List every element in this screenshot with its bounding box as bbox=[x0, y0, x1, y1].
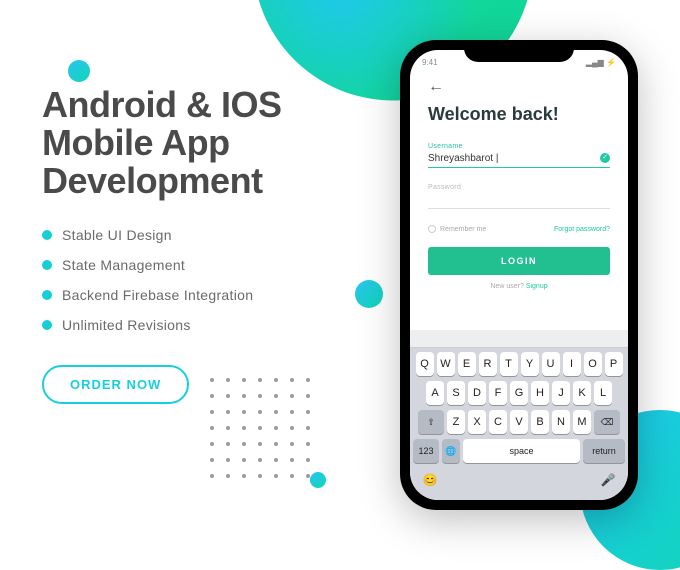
forgot-password-link[interactable]: Forgot password? bbox=[554, 226, 610, 233]
status-time: 9:41 bbox=[422, 58, 438, 67]
bullet-icon bbox=[42, 260, 52, 270]
key-y[interactable]: Y bbox=[521, 352, 539, 376]
login-button[interactable]: LOGIN bbox=[428, 247, 610, 275]
username-label: Username bbox=[428, 143, 610, 150]
remember-me[interactable]: Remember me bbox=[428, 225, 486, 233]
newuser-label: New user? bbox=[490, 283, 523, 290]
feature-label: Backend Firebase Integration bbox=[62, 287, 253, 303]
key-j[interactable]: J bbox=[552, 381, 570, 405]
keyboard-row-utility: 123 🌐 space return bbox=[413, 439, 625, 463]
left-panel: Android & IOS Mobile App Development Sta… bbox=[42, 86, 362, 404]
remember-row: Remember me Forgot password? bbox=[428, 225, 610, 233]
key-n[interactable]: N bbox=[552, 410, 570, 434]
bullet-icon bbox=[42, 290, 52, 300]
phone-screen: 9:41 ▂▄▆ ⚡ ← Welcome back! Username Shre… bbox=[410, 50, 628, 500]
bullet-icon bbox=[42, 320, 52, 330]
password-value[interactable] bbox=[428, 191, 610, 209]
key-i[interactable]: I bbox=[563, 352, 581, 376]
key-space[interactable]: space bbox=[463, 439, 580, 463]
signup-row: New user? Signup bbox=[428, 283, 610, 290]
login-screen: ← Welcome back! Username Shreyashbarot |… bbox=[410, 74, 628, 290]
feature-item: Unlimited Revisions bbox=[42, 317, 362, 333]
key-f[interactable]: F bbox=[489, 381, 507, 405]
key-b[interactable]: B bbox=[531, 410, 549, 434]
key-o[interactable]: O bbox=[584, 352, 602, 376]
key-m[interactable]: M bbox=[573, 410, 591, 434]
password-label: Password bbox=[428, 184, 610, 191]
welcome-heading: Welcome back! bbox=[428, 104, 610, 125]
key-d[interactable]: D bbox=[468, 381, 486, 405]
key-l[interactable]: L bbox=[594, 381, 612, 405]
keyboard-suggestion-bar[interactable] bbox=[410, 330, 628, 348]
key-c[interactable]: C bbox=[489, 410, 507, 434]
key-a[interactable]: A bbox=[426, 381, 444, 405]
key-q[interactable]: Q bbox=[416, 352, 434, 376]
bullet-icon bbox=[42, 230, 52, 240]
username-field[interactable]: Username Shreyashbarot | ✓ bbox=[428, 143, 610, 168]
keyboard-row-bottom: 😊 🎤 bbox=[413, 468, 625, 492]
decor-dot-grid bbox=[210, 378, 310, 478]
mic-icon[interactable]: 🎤 bbox=[599, 468, 617, 492]
key-v[interactable]: V bbox=[510, 410, 528, 434]
key-delete[interactable]: ⌫ bbox=[594, 410, 620, 434]
username-value[interactable]: Shreyashbarot | bbox=[428, 150, 610, 168]
key-z[interactable]: Z bbox=[447, 410, 465, 434]
key-w[interactable]: W bbox=[437, 352, 455, 376]
feature-item: State Management bbox=[42, 257, 362, 273]
feature-label: State Management bbox=[62, 257, 185, 273]
feature-item: Backend Firebase Integration bbox=[42, 287, 362, 303]
keyboard-row-2: A S D F G H J K L bbox=[413, 381, 625, 405]
emoji-icon[interactable]: 😊 bbox=[421, 468, 439, 492]
decor-dot bbox=[310, 472, 326, 488]
keyboard-row-3: ⇧ Z X C V B N M ⌫ bbox=[413, 410, 625, 434]
decor-dot bbox=[68, 60, 90, 82]
key-p[interactable]: P bbox=[605, 352, 623, 376]
key-k[interactable]: K bbox=[573, 381, 591, 405]
feature-item: Stable UI Design bbox=[42, 227, 362, 243]
key-s[interactable]: S bbox=[447, 381, 465, 405]
check-icon: ✓ bbox=[600, 153, 610, 163]
checkbox-icon[interactable] bbox=[428, 225, 436, 233]
feature-list: Stable UI Design State Management Backen… bbox=[42, 227, 362, 333]
key-e[interactable]: E bbox=[458, 352, 476, 376]
password-field[interactable]: Password bbox=[428, 184, 610, 209]
key-t[interactable]: T bbox=[500, 352, 518, 376]
status-icons: ▂▄▆ ⚡ bbox=[586, 58, 616, 67]
key-h[interactable]: H bbox=[531, 381, 549, 405]
back-icon[interactable]: ← bbox=[428, 78, 610, 96]
order-now-button[interactable]: ORDER NOW bbox=[42, 365, 189, 404]
signup-link[interactable]: Signup bbox=[526, 283, 548, 290]
ios-keyboard[interactable]: Q W E R T Y U I O P A S D F G H J K L bbox=[410, 330, 628, 500]
key-shift[interactable]: ⇧ bbox=[418, 410, 444, 434]
feature-label: Unlimited Revisions bbox=[62, 317, 191, 333]
keyboard-row-1: Q W E R T Y U I O P bbox=[413, 352, 625, 376]
key-return[interactable]: return bbox=[583, 439, 625, 463]
key-globe[interactable]: 🌐 bbox=[442, 439, 460, 463]
key-r[interactable]: R bbox=[479, 352, 497, 376]
key-g[interactable]: G bbox=[510, 381, 528, 405]
key-u[interactable]: U bbox=[542, 352, 560, 376]
key-123[interactable]: 123 bbox=[413, 439, 439, 463]
phone-mockup: 9:41 ▂▄▆ ⚡ ← Welcome back! Username Shre… bbox=[400, 40, 638, 510]
page-title: Android & IOS Mobile App Development bbox=[42, 86, 362, 199]
key-x[interactable]: X bbox=[468, 410, 486, 434]
phone-notch bbox=[464, 40, 574, 62]
feature-label: Stable UI Design bbox=[62, 227, 172, 243]
